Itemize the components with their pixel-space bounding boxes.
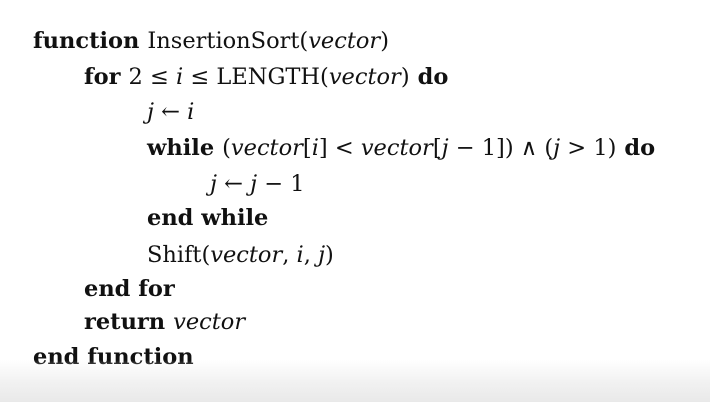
- algorithm-pseudocode: function InsertionSort(vector) for 2 ≤ i ≤…: [0, 0, 710, 402]
- var-i: i: [187, 99, 195, 125]
- while-less-than: ] <: [318, 135, 361, 161]
- line-function-header: function InsertionSort(vector): [33, 24, 389, 58]
- shift-name: Shift(: [147, 242, 211, 268]
- keyword-end-for: end for: [84, 276, 175, 302]
- shift-arg-vector: vector: [210, 242, 283, 268]
- bottom-shadow: [0, 360, 710, 402]
- line-decrement-j: j ← j − 1: [210, 167, 305, 201]
- line-for-loop: for 2 ≤ i ≤ LENGTH(vector) do: [84, 60, 448, 94]
- line-end-for: end for: [84, 272, 175, 306]
- comma: ,: [282, 242, 297, 268]
- for-range-start: 2 ≤: [128, 64, 177, 90]
- var-j: j: [210, 171, 217, 197]
- assign-arrow: ←: [153, 99, 188, 125]
- while-vector-2: vector: [360, 135, 433, 161]
- while-greater-one: > 1): [560, 135, 617, 161]
- while-index-i: i: [311, 135, 319, 161]
- while-index-j: j: [441, 135, 449, 161]
- keyword-function: function: [33, 28, 140, 54]
- for-range-length: ≤ LENGTH(: [183, 64, 329, 90]
- function-name: InsertionSort(: [147, 28, 309, 54]
- return-vector: vector: [173, 309, 246, 335]
- shift-arg-i: i: [296, 242, 304, 268]
- line-shift-call: Shift(vector, i, j): [147, 238, 334, 272]
- keyword-end-while: end while: [147, 205, 269, 231]
- while-vector-1: vector: [230, 135, 303, 161]
- shift-arg-j: j: [318, 242, 326, 268]
- while-bracket-2: [: [432, 135, 442, 161]
- while-bracket-1: [: [302, 135, 312, 161]
- var-j: j: [147, 99, 154, 125]
- function-close-paren: ): [380, 28, 389, 54]
- keyword-do: do: [417, 64, 449, 90]
- minus-one: − 1: [257, 171, 305, 197]
- assign-arrow: ←: [216, 171, 251, 197]
- while-open-paren: (: [222, 135, 231, 161]
- for-range-close: ): [400, 64, 410, 90]
- line-end-while: end while: [147, 201, 268, 235]
- function-arg: vector: [308, 28, 381, 54]
- keyword-do: do: [624, 135, 656, 161]
- keyword-for: for: [84, 64, 121, 90]
- for-range-vector: vector: [328, 64, 401, 90]
- line-assign-j: j ← i: [147, 95, 194, 129]
- line-return: return vector: [84, 305, 245, 339]
- comma: ,: [303, 242, 319, 268]
- while-and-clause: − 1]) ∧ (: [448, 135, 554, 161]
- keyword-while: while: [147, 135, 215, 161]
- shift-close-paren: ): [325, 242, 334, 268]
- line-while-loop: while (vector[i] < vector[j − 1]) ∧ (j > …: [147, 131, 655, 165]
- keyword-return: return: [84, 309, 166, 335]
